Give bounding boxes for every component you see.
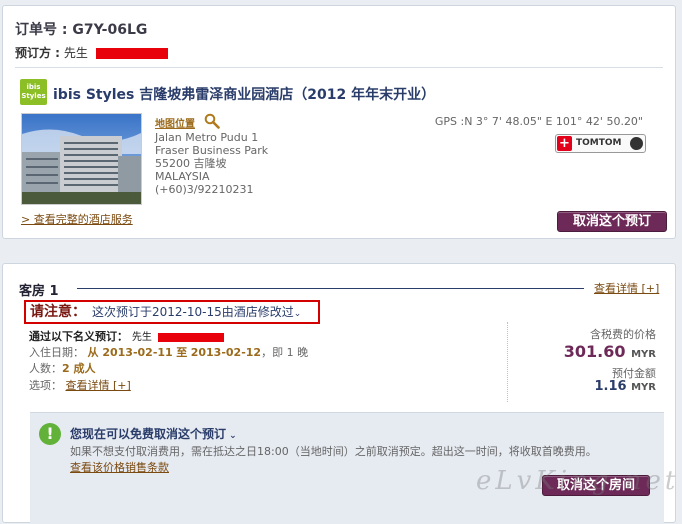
nights-count: ，即 1 晚: [261, 346, 309, 359]
room-title: 客房 1: [19, 284, 59, 299]
price-currency: MYR: [631, 349, 656, 360]
tomtom-logo-icon: [630, 137, 643, 150]
divider: [15, 67, 663, 68]
price-divider: [507, 322, 508, 402]
deposit-value: 1.16: [594, 379, 627, 394]
room-details-link[interactable]: 查看详情 [+]: [594, 280, 659, 296]
magnifier-icon[interactable]: [204, 113, 220, 133]
notice-text: 这次预订于2012-10-15由酒店修改过: [92, 305, 294, 319]
options-label: 选项：: [29, 379, 62, 392]
dates-label: 入住日期：: [29, 346, 84, 359]
people-label: 人数：: [29, 362, 62, 375]
booker-line: 预订方 : 先生: [15, 44, 168, 61]
options-details-link[interactable]: 查看详情 [+]: [66, 379, 131, 392]
room-title-rule: [77, 288, 584, 289]
booking-summary-card: 订单号 : G7Y-06LG 预订方 : 先生 ibis Styles ibis …: [2, 5, 676, 239]
address-line: 55200 吉隆坡: [155, 157, 227, 170]
address-line: Jalan Metro Pudu 1: [155, 131, 259, 144]
dates-to: 2013-02-12: [190, 346, 262, 359]
price-label: 含税费的价格: [590, 328, 656, 341]
options-row: 选项： 查看详情 [+]: [29, 377, 131, 393]
hotel-services-link[interactable]: > 查看完整的酒店服务: [21, 211, 133, 227]
tomtom-label: TOMTOM: [576, 138, 622, 148]
free-cancel-title-text: 您现在可以免费取消这个预订: [70, 427, 227, 441]
chevron-down-icon[interactable]: ⌄: [294, 309, 302, 319]
address-line: MALAYSIA: [155, 170, 210, 183]
total-price: 301.60 MYR: [564, 342, 656, 361]
tomtom-button[interactable]: + TOMTOM: [555, 134, 646, 153]
redacted-guest-name: [157, 332, 224, 342]
sales-terms-link[interactable]: 查看该价格销售条款: [70, 459, 169, 475]
cancel-booking-button[interactable]: 取消这个预订: [557, 211, 667, 232]
redacted-name: [95, 48, 168, 59]
order-number: 订单号 : G7Y-06LG: [15, 22, 148, 38]
price-value: 301.60: [563, 342, 626, 361]
modification-notice: 请注意： 这次预订于2012-10-15由酒店修改过⌄: [24, 300, 320, 324]
notice-label: 请注意：: [30, 304, 86, 320]
deposit-amount: 1.16 MYR: [594, 379, 656, 394]
dates-from: 从 2013-02-11: [87, 346, 173, 359]
guest-label: 通过以下名义预订：: [29, 330, 128, 343]
watermark: eLvKing.net: [476, 466, 680, 496]
stay-dates: 入住日期： 从 2013-02-11 至 2013-02-12，即 1 晚: [29, 344, 308, 360]
checkmark-icon: !: [39, 423, 61, 445]
booker-title: 先生: [63, 46, 88, 60]
map-location-link[interactable]: 地图位置: [155, 115, 195, 130]
people-count: 人数：2 成人: [29, 360, 95, 376]
ibis-logo: ibis Styles: [20, 79, 47, 105]
booker-label: 预订方 :: [15, 46, 60, 60]
free-cancel-title: 您现在可以免费取消这个预订 ⌄: [70, 425, 237, 442]
cancel-policy-text: 如果不想支付取消费用，需在抵达之日18:00（当地时间）之前取消预定。超出这一时…: [70, 445, 597, 458]
plus-icon: +: [557, 136, 572, 151]
address-line: Fraser Business Park: [155, 144, 269, 157]
guest-title: 先生: [131, 332, 152, 343]
people-value: 2 成人: [62, 362, 96, 375]
hotel-photo: [21, 113, 142, 205]
deposit-currency: MYR: [631, 382, 656, 393]
chevron-down-icon[interactable]: ⌄: [226, 431, 237, 441]
address-phone: (+60)3/92210231: [155, 183, 254, 196]
gps-coordinates: GPS :N 3° 7' 48.05" E 101° 42' 50.20": [434, 115, 643, 128]
hotel-address: Jalan Metro Pudu 1 Fraser Business Park …: [155, 131, 268, 196]
hotel-name: ibis Styles 吉隆坡弗雷泽商业园酒店（2012 年年末开业）: [53, 87, 436, 103]
guest-line: 通过以下名义预订： 先生: [29, 328, 224, 344]
dates-to-word: 至: [176, 346, 188, 359]
